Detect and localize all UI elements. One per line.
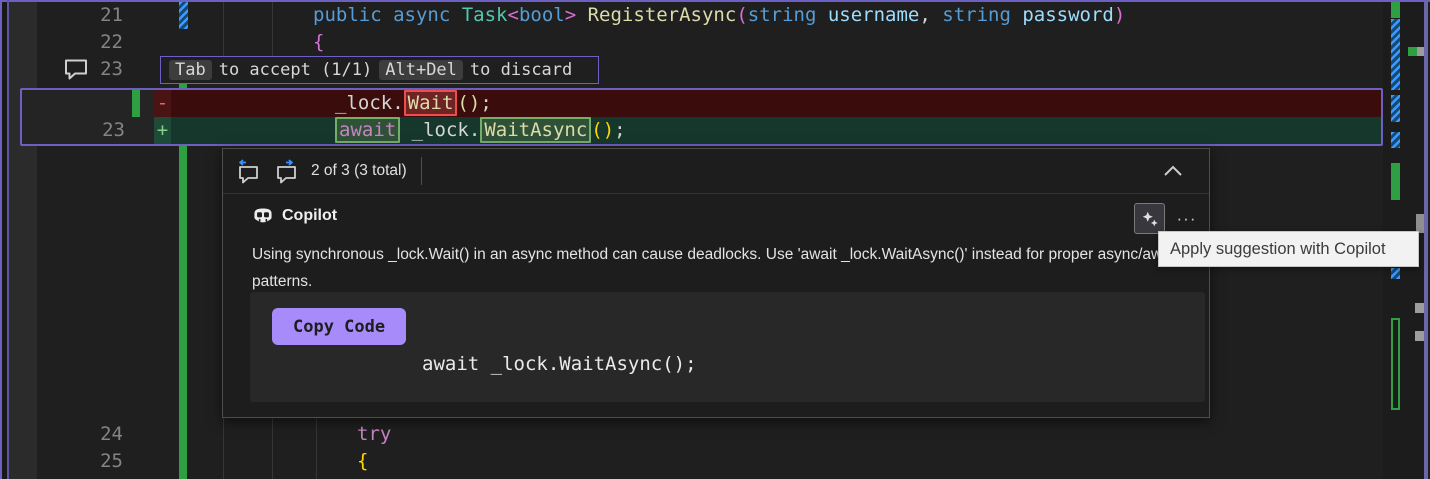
copilot-logo-icon [254, 208, 272, 223]
hint-discard-text: to discard [469, 60, 573, 80]
indent-guide [272, 2, 273, 56]
line-number-22: 22 [100, 31, 123, 53]
previous-comment-icon[interactable] [236, 158, 263, 184]
header-divider [420, 157, 422, 185]
comment-author-name: Copilot [282, 207, 338, 224]
next-comment-icon[interactable] [274, 158, 301, 184]
window-border-top [0, 0, 1430, 2]
minimap-added-marker [1391, 2, 1400, 18]
collapse-chevron-icon[interactable] [1161, 161, 1185, 181]
overview-ruler-gray-marker [1415, 303, 1424, 313]
comment-position-label: 2 of 3 (3 total) [311, 162, 407, 179]
minimap-modified-marker [1391, 95, 1400, 122]
suggestion-description: Using synchronous _lock.Wait() in an asy… [252, 246, 1179, 290]
indent-guide [316, 418, 317, 479]
code-line-24: try [357, 423, 392, 445]
minimap-modified-marker [1391, 268, 1400, 279]
code-line-25: { [357, 450, 369, 472]
apply-suggestion-tooltip: Apply suggestion with Copilot [1158, 231, 1419, 267]
tab-key-badge: Tab [169, 60, 212, 80]
modified-change-bar [179, 2, 188, 29]
review-comment-panel: 2 of 3 (3 total) Copilot ··· Using synch… [222, 148, 1210, 418]
diff-removed-code: _lock. Wait (); [335, 90, 492, 116]
diff-removed-row: - _lock. Wait (); [22, 90, 1381, 117]
alt-del-key-badge: Alt+Del [379, 60, 463, 80]
diff-plus-sign: + [154, 117, 171, 144]
indent-guide [223, 2, 224, 56]
added-change-bar [179, 146, 187, 479]
code-editor-screen: 21 22 23 public async Task<bool> Registe… [0, 0, 1430, 479]
indent-guide [223, 418, 224, 479]
window-border-left [0, 0, 2, 479]
diff-added-row: 23 + await _lock. WaitAsync (); [22, 117, 1381, 144]
copy-code-button[interactable]: Copy Code [272, 308, 407, 345]
line-number-21: 21 [100, 4, 123, 26]
minimap-modified-marker [1391, 19, 1400, 90]
review-panel-header: 2 of 3 (3 total) [223, 149, 1209, 194]
indent-guide [272, 418, 273, 479]
editor-border-left [7, 0, 9, 479]
suggested-code-text: await _lock.WaitAsync(); [422, 353, 697, 375]
overview-ruler-green-marker [1408, 47, 1417, 56]
diff-minus-sign: - [154, 90, 171, 117]
diff-gutter-change-bar [132, 90, 140, 117]
hint-accept-text: to accept (1/1) [218, 60, 373, 80]
apply-suggestion-button[interactable] [1134, 203, 1165, 234]
code-line-26: if (!_users.ContainsKey(username)) [401, 474, 790, 479]
code-line-22: { [313, 31, 325, 53]
diff-added-code: await _lock. WaitAsync (); [335, 117, 626, 144]
line-number-24: 24 [100, 423, 123, 445]
comment-author-row: Copilot [252, 205, 337, 227]
line-number-25: 25 [100, 450, 123, 472]
inline-suggestion-hint: Tab to accept (1/1) Alt+Del to discard [160, 56, 599, 84]
overview-ruler-gray-marker [1415, 331, 1424, 341]
more-actions-button[interactable]: ··· [1171, 203, 1202, 234]
window-border-right [1424, 0, 1428, 479]
code-line-21: public async Task<bool> RegisterAsync(st… [313, 4, 1126, 26]
minimap-added-outline-marker [1391, 318, 1400, 410]
diff-added-line-number: 23 [102, 119, 125, 141]
minimap-modified-marker [1391, 132, 1400, 148]
editor-left-margin [9, 0, 37, 479]
copilot-sparkle-icon [1142, 211, 1158, 226]
suggested-code-block: Copy Code await _lock.WaitAsync(); [250, 292, 1205, 402]
minimap-added-marker [1391, 163, 1400, 200]
clipped-code-line: if (!_users.ContainsKey(username)) [0, 474, 1420, 479]
inline-diff-block: - _lock. Wait (); 23 + await _lock. WaitAsy… [20, 88, 1383, 146]
comment-thread-icon[interactable] [63, 58, 89, 81]
